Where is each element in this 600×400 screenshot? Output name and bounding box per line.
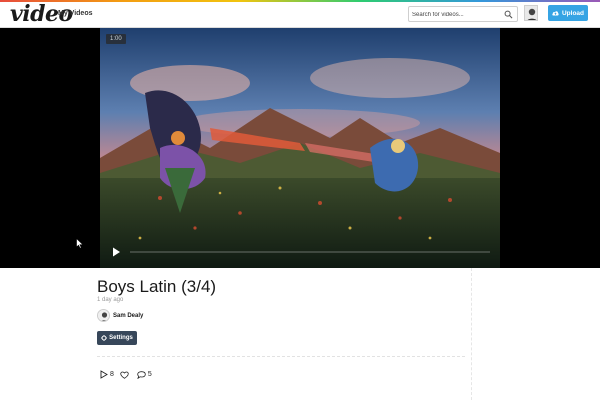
comment-icon[interactable] — [137, 370, 146, 379]
video-title: Boys Latin (3/4) — [97, 277, 217, 296]
comments-stat[interactable]: 5 — [137, 370, 152, 379]
upload-button-label: Upload — [561, 9, 585, 17]
video-frame[interactable] — [100, 28, 500, 268]
settings-button-label: Settings — [109, 335, 133, 341]
uploader-avatar[interactable] — [97, 309, 110, 322]
user-avatar-icon — [525, 6, 537, 20]
progress-bar[interactable] — [130, 251, 490, 253]
play-count-icon — [100, 370, 108, 379]
video-stats: 8 5 — [100, 370, 158, 379]
search-box[interactable] — [408, 6, 518, 22]
comments-count: 5 — [147, 371, 152, 378]
plays-count: 8 — [110, 371, 114, 378]
user-avatar[interactable] — [524, 5, 538, 21]
uploader-avatar-icon — [98, 310, 109, 321]
nav-my-videos[interactable]: My Videos — [58, 10, 93, 17]
video-thumbnail-image — [100, 28, 500, 268]
video-timecode: 1:00 — [106, 34, 126, 44]
upload-button[interactable]: Upload — [548, 5, 588, 21]
search-icon[interactable] — [504, 10, 513, 19]
top-bar: video My Videos Upload — [0, 0, 600, 28]
cloud-upload-icon — [552, 11, 559, 16]
play-button[interactable] — [108, 244, 124, 260]
sidebar-divider — [471, 268, 472, 400]
gear-icon — [101, 335, 108, 341]
play-icon — [113, 247, 120, 257]
upload-age: 1 day ago — [97, 297, 124, 303]
like-stat[interactable] — [120, 371, 131, 379]
settings-button[interactable]: Settings — [97, 331, 137, 345]
video-player[interactable]: 1:00 — [0, 28, 600, 268]
uploader-name[interactable]: Sam Dealy — [113, 313, 143, 319]
search-input[interactable] — [412, 9, 502, 20]
section-divider — [97, 356, 465, 357]
heart-icon[interactable] — [120, 371, 129, 379]
mouse-cursor-icon — [76, 238, 84, 249]
plays-stat: 8 — [100, 370, 114, 379]
